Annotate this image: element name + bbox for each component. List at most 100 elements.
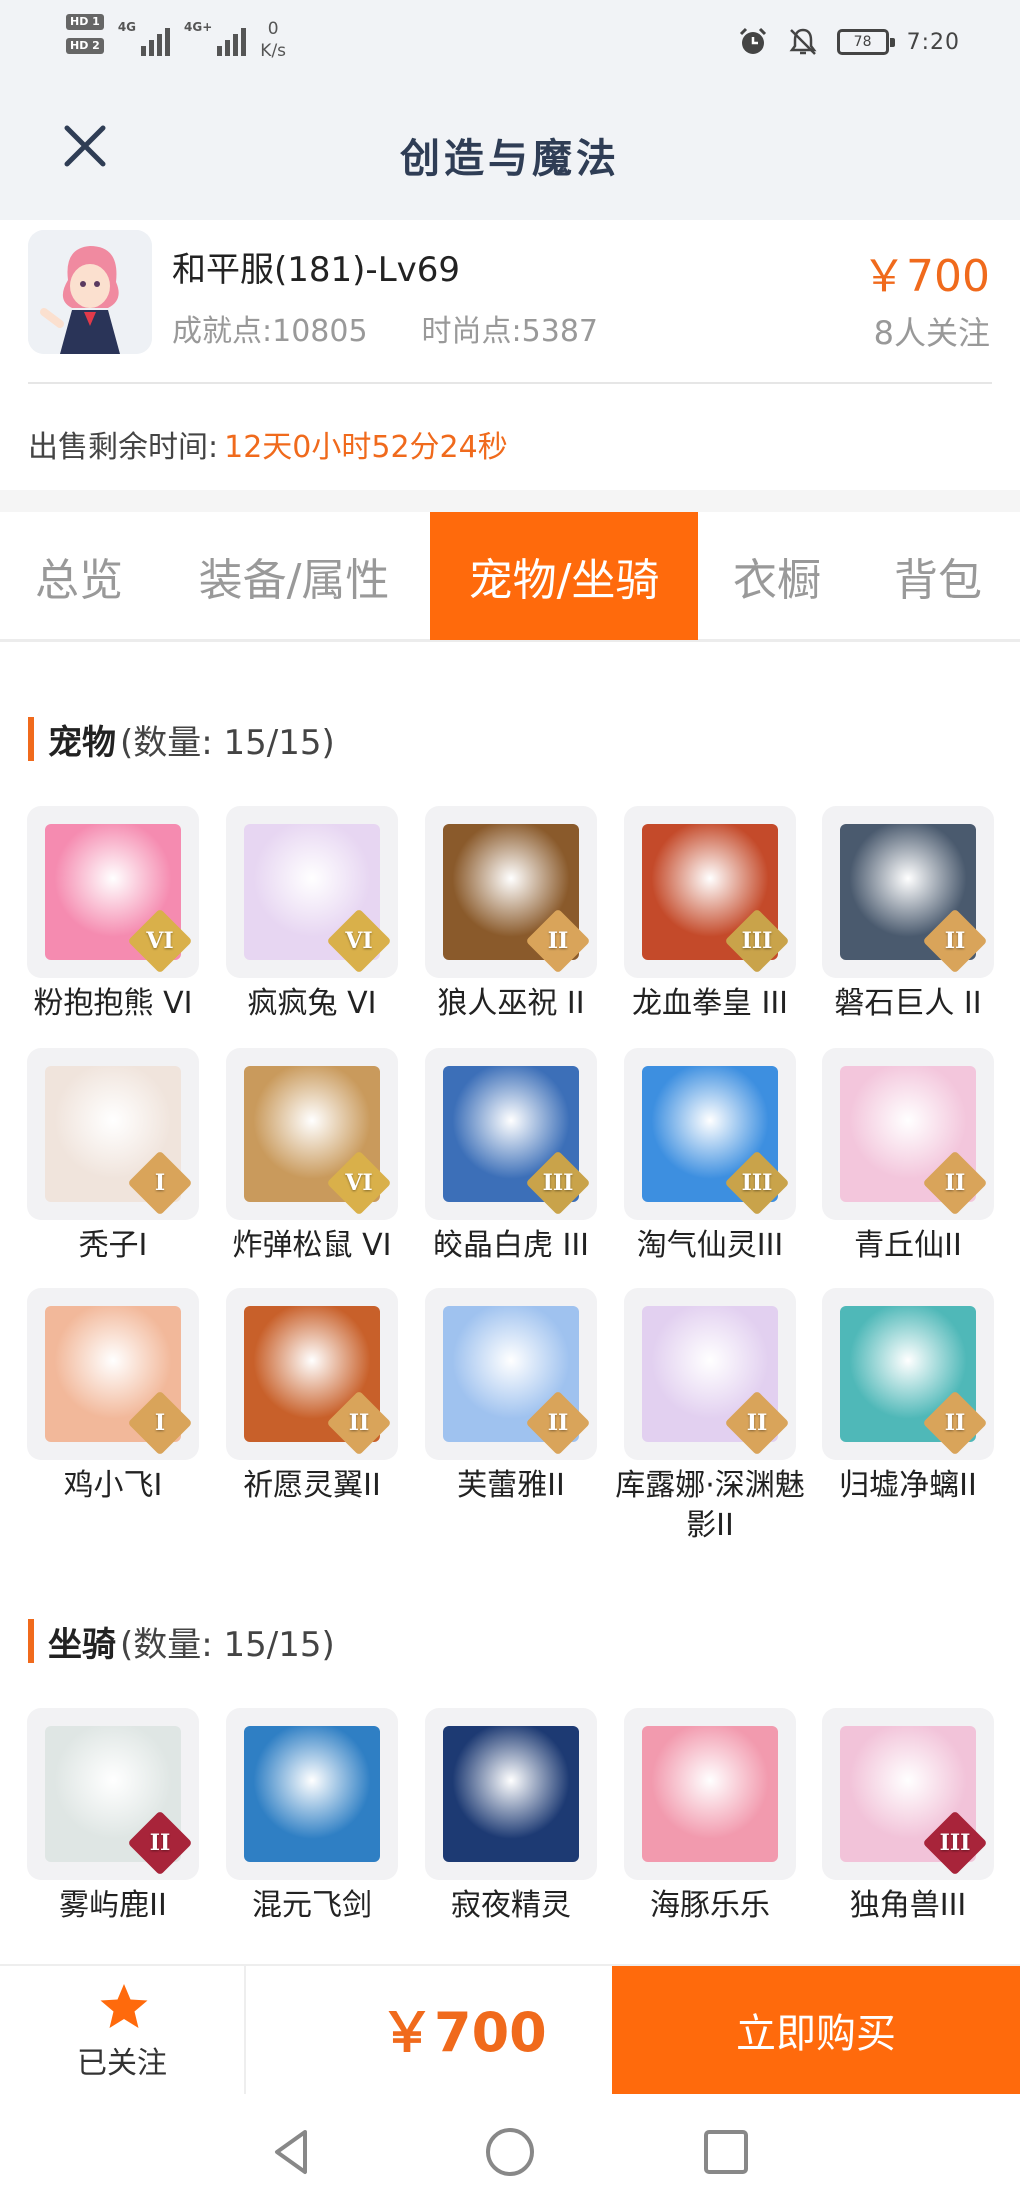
- pet-item[interactable]: I 秃子I: [27, 1048, 199, 1266]
- follow-button[interactable]: 已关注: [0, 1966, 244, 2094]
- tab-overview[interactable]: 总览: [0, 512, 158, 640]
- tab-wardrobe[interactable]: 衣橱: [714, 512, 840, 640]
- followers-count: 8人关注: [873, 314, 990, 352]
- pet-item[interactable]: VI 粉抱抱熊 VI: [27, 806, 199, 1024]
- tier-label: III: [939, 1830, 971, 1856]
- tier-badge-icon: II: [525, 908, 591, 974]
- status-bar: HD 1 HD 2 4G 4G+ 0 K/s 78 7:20: [0, 0, 1020, 88]
- tier-badge-icon: VI: [326, 1150, 392, 1216]
- pet-thumbnail[interactable]: I: [27, 1048, 199, 1220]
- tier-label: I: [154, 1170, 166, 1196]
- mount-thumbnail[interactable]: [624, 1708, 796, 1880]
- tier-label: II: [547, 1410, 569, 1436]
- pets-count: (数量: 15/15): [120, 722, 335, 763]
- pet-item[interactable]: II 青丘仙II: [822, 1048, 994, 1266]
- pet-item[interactable]: III 龙血拳皇 III: [624, 806, 796, 1024]
- pet-item[interactable]: VI 炸弹松鼠 VI: [226, 1048, 398, 1266]
- tier-label: II: [944, 928, 966, 954]
- buy-now-button[interactable]: 立即购买: [612, 1966, 1020, 2094]
- hd-indicator: HD 1 HD 2: [66, 14, 104, 54]
- fashion-points: 时尚点:5387: [421, 314, 599, 349]
- pet-item[interactable]: II 祈愿灵翼II: [226, 1288, 398, 1506]
- nav-home-button[interactable]: [482, 2124, 538, 2180]
- tab-pets-mounts[interactable]: 宠物/坐骑: [430, 512, 698, 640]
- pet-thumbnail[interactable]: II: [425, 1288, 597, 1460]
- mount-item[interactable]: 海豚乐乐: [624, 1708, 796, 1926]
- pet-thumbnail[interactable]: II: [822, 1288, 994, 1460]
- tier-label: II: [746, 1410, 768, 1436]
- remaining-time-label: 出售剩余时间:: [28, 430, 219, 465]
- tier-badge-icon: VI: [127, 908, 193, 974]
- mount-item[interactable]: 混元飞剑: [226, 1708, 398, 1926]
- tier-label: II: [944, 1410, 966, 1436]
- tab-backpack[interactable]: 背包: [870, 512, 1006, 640]
- pet-name: 淘气仙灵III: [636, 1228, 784, 1263]
- mount-thumbnail[interactable]: III: [822, 1708, 994, 1880]
- recents-square-icon: [704, 2130, 748, 2174]
- pet-item[interactable]: II 磐石巨人 II: [822, 806, 994, 1024]
- pet-name: 炸弹松鼠 VI: [232, 1228, 392, 1263]
- tier-label: II: [944, 1170, 966, 1196]
- pet-thumbnail[interactable]: II: [822, 1048, 994, 1220]
- tier-badge-icon: III: [724, 1150, 790, 1216]
- pet-name: 皎晶白虎 III: [432, 1228, 590, 1263]
- pet-item[interactable]: III 淘气仙灵III: [624, 1048, 796, 1266]
- pets-title: 宠物: [48, 722, 116, 763]
- pet-thumbnail[interactable]: II: [624, 1288, 796, 1460]
- tier-badge-icon: II: [127, 1810, 193, 1876]
- nav-recents-button[interactable]: [698, 2124, 754, 2180]
- mount-image: [244, 1726, 380, 1862]
- app-header: 创造与魔法: [0, 88, 1020, 220]
- mount-name: 海豚乐乐: [650, 1888, 770, 1923]
- pet-item[interactable]: I 鸡小飞I: [27, 1288, 199, 1506]
- mount-thumbnail[interactable]: II: [27, 1708, 199, 1880]
- pet-thumbnail[interactable]: III: [425, 1048, 597, 1220]
- system-nav-bar: [0, 2094, 1020, 2210]
- tier-label: II: [547, 928, 569, 954]
- pet-thumbnail[interactable]: II: [226, 1288, 398, 1460]
- mounts-grid: II 雾屿鹿II 混元飞剑 寂夜精灵 海豚乐乐 III 独角兽III: [0, 1708, 1020, 1964]
- page-title: 创造与魔法: [400, 135, 620, 182]
- pet-thumbnail[interactable]: II: [425, 806, 597, 978]
- pet-thumbnail[interactable]: VI: [226, 1048, 398, 1220]
- pet-thumbnail[interactable]: I: [27, 1288, 199, 1460]
- tier-label: III: [542, 1170, 574, 1196]
- mount-item[interactable]: III 独角兽III: [822, 1708, 994, 1926]
- mount-name: 混元飞剑: [252, 1888, 372, 1923]
- pet-item[interactable]: VI 疯疯兔 VI: [226, 806, 398, 1024]
- pet-item[interactable]: II 库露娜·深渊魅影II: [615, 1288, 805, 1546]
- tier-label: II: [149, 1830, 171, 1856]
- nav-back-button[interactable]: [263, 2124, 319, 2180]
- home-circle-icon: [486, 2128, 534, 2176]
- bottom-price: ￥700: [380, 2001, 547, 2064]
- pet-thumbnail[interactable]: III: [624, 806, 796, 978]
- tab-equipment[interactable]: 装备/属性: [178, 512, 410, 640]
- pet-item[interactable]: III 皎晶白虎 III: [425, 1048, 597, 1266]
- tier-label: VI: [345, 1170, 373, 1196]
- pet-name: 库露娜·深渊魅影II: [615, 1468, 805, 1543]
- pet-thumbnail[interactable]: III: [624, 1048, 796, 1220]
- pet-name: 祈愿灵翼II: [243, 1468, 381, 1503]
- hd2-badge: HD 2: [66, 38, 104, 54]
- tier-label: III: [741, 1170, 773, 1196]
- mount-item[interactable]: II 雾屿鹿II: [27, 1708, 199, 1926]
- mount-item[interactable]: 寂夜精灵: [425, 1708, 597, 1926]
- mount-name: 雾屿鹿II: [59, 1888, 167, 1923]
- mount-thumbnail[interactable]: [226, 1708, 398, 1880]
- avatar: [28, 230, 152, 354]
- pet-item[interactable]: II 芙蕾雅II: [425, 1288, 597, 1506]
- pet-item[interactable]: II 归墟净螭II: [822, 1288, 994, 1506]
- divider: [244, 1966, 246, 2094]
- section-gap: [0, 490, 1020, 512]
- pet-name: 疯疯兔 VI: [247, 986, 377, 1021]
- pet-thumbnail[interactable]: VI: [226, 806, 398, 978]
- pet-item[interactable]: II 狼人巫祝 II: [425, 806, 597, 1024]
- pet-thumbnail[interactable]: VI: [27, 806, 199, 978]
- tier-label: III: [741, 928, 773, 954]
- back-triangle-icon: [275, 2130, 307, 2174]
- pet-thumbnail[interactable]: II: [822, 806, 994, 978]
- network-type-2: 4G+: [184, 20, 213, 34]
- mount-image: [443, 1726, 579, 1862]
- mount-image: [642, 1726, 778, 1862]
- mount-thumbnail[interactable]: [425, 1708, 597, 1880]
